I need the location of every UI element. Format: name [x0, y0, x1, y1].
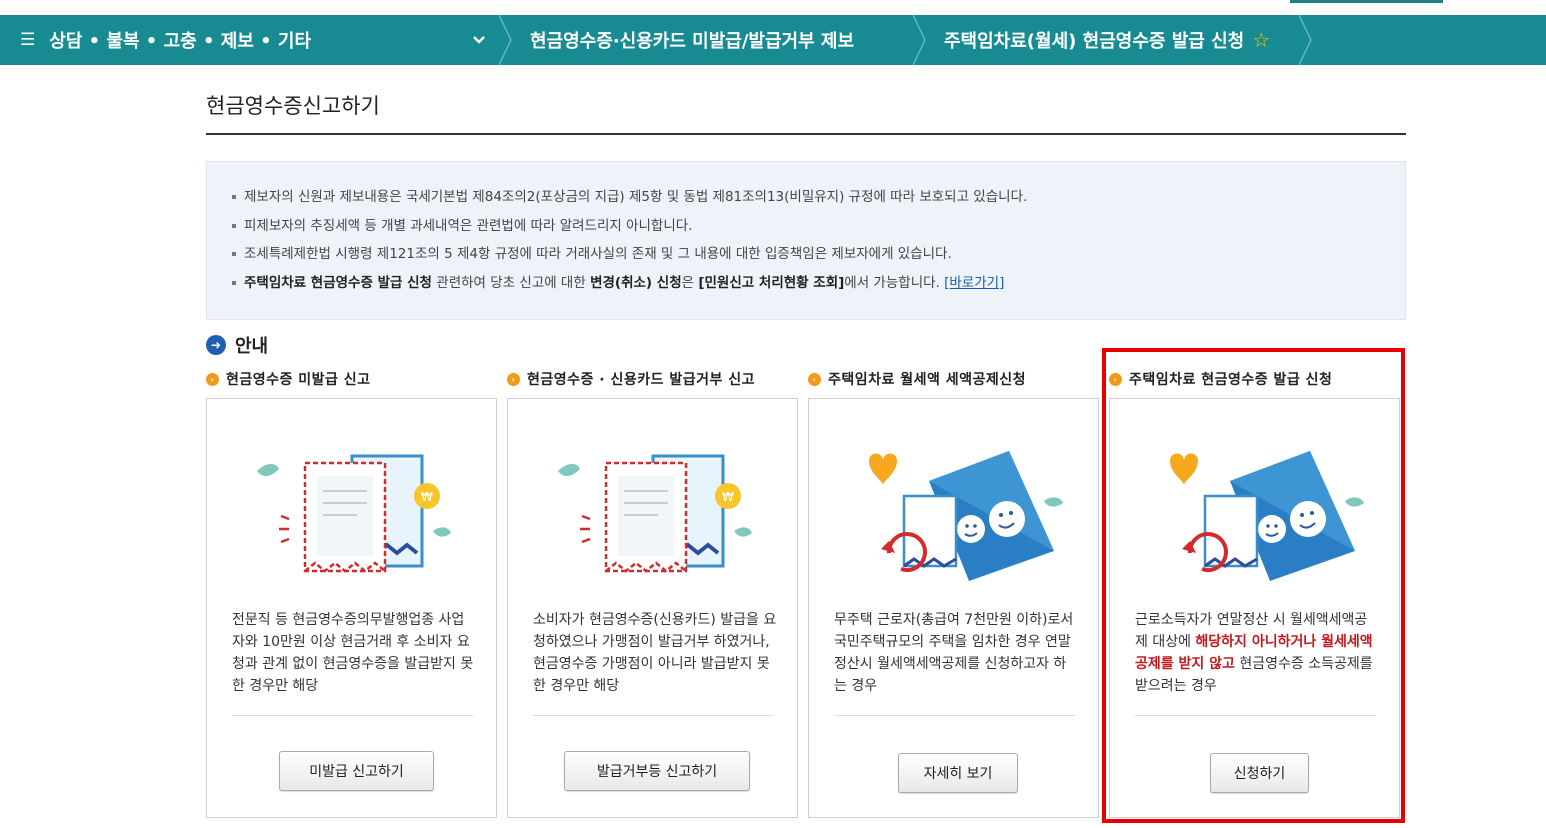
chevron-down-icon[interactable] — [472, 15, 486, 65]
breadcrumb-current-label: 주택임차료(월세) 현금영수증 발급 신청 — [944, 31, 1245, 52]
arrow-right-circle-icon: › — [808, 372, 821, 386]
view-details-button[interactable]: 자세히 보기 — [898, 753, 1018, 793]
card-rent-receipt-request: 근로소득자가 연말정산 시 월세액세액공제 대상에 해당하지 아니하거나 월세세… — [1109, 398, 1400, 818]
breadcrumb-separator — [1298, 15, 1312, 65]
card-description: 전문직 등 현금영수증의무발행업종 사업자와 10만원 이상 현금거래 후 소비… — [232, 612, 474, 694]
notice-item: 주택임차료 현금영수증 발급 신청 관련하여 당초 신고에 대한 변경(취소) … — [232, 271, 1004, 291]
bullet-icon — [232, 195, 236, 199]
guide-heading-label: 안내 — [235, 336, 269, 357]
breadcrumb-item-current[interactable]: 주택임차료(월세) 현금영수증 발급 신청 ☆ — [944, 15, 1270, 65]
card-description: 근로소득자가 연말정산 시 월세액세액공제 대상에 해당하지 아니하거나 월세세… — [1135, 612, 1373, 694]
page-title: 현금영수증신고하기 — [206, 94, 380, 118]
svg-text:₩: ₩ — [421, 490, 433, 504]
card-description: 소비자가 현금영수증(신용카드) 발급을 요청하였으나 가맹점이 발급거부 하였… — [533, 612, 777, 694]
arrow-right-circle-icon: ➜ — [206, 335, 226, 355]
report-refusal-button[interactable]: 발급거부등 신고하기 — [564, 751, 750, 791]
card-refusal-report: ₩ 소비자가 현금영수증(신용카드) 발급을 요청하였으나 가맹점이 발급거부 … — [507, 398, 798, 818]
arrow-right-circle-icon: › — [507, 372, 520, 386]
card-title-unissued: › 현금영수증 미발급 신고 — [206, 369, 371, 389]
notice-item: 조세특례제한법 시행령 제121조의 5 제4항 규정에 따라 거래사실의 존재… — [232, 242, 952, 262]
receipt-illustration-icon: ₩ — [558, 454, 752, 573]
card-title-rent-deduction: › 주택임차료 월세액 세액공제신청 — [808, 369, 1026, 389]
card-divider — [232, 715, 473, 716]
bullet-icon — [232, 252, 236, 256]
report-unissued-button[interactable]: 미발급 신고하기 — [279, 751, 434, 791]
title-divider — [206, 133, 1406, 135]
breadcrumb-separator — [498, 15, 512, 65]
card-divider — [533, 715, 774, 716]
arrow-right-circle-icon: › — [1109, 372, 1122, 386]
bullet-icon — [232, 224, 236, 228]
card-divider — [834, 715, 1075, 716]
category-menu[interactable]: ☰ 상담 • 불복 • 고충 • 제보 • 기타 — [20, 15, 311, 65]
apply-button[interactable]: 신청하기 — [1210, 753, 1309, 793]
card-description: 무주택 근로자(총급여 7천만원 이하)로서 국민주택규모의 주택을 임차한 경… — [834, 612, 1074, 694]
rent-envelope-illustration-icon — [869, 451, 1063, 581]
rent-envelope-illustration-icon — [1170, 451, 1364, 581]
top-accent-line — [1290, 0, 1443, 3]
hamburger-menu-icon[interactable]: ☰ — [20, 30, 35, 50]
card-unissued-report: ₩ 전문직 등 현금영수증의무발행업종 사업자와 10만원 이상 현금거래 후 … — [206, 398, 497, 818]
arrow-right-circle-icon: › — [206, 372, 219, 386]
guide-heading: ➜ 안내 — [206, 332, 268, 358]
card-title-refusal: › 현금영수증 · 신용카드 발급거부 신고 — [507, 369, 755, 389]
shortcut-link[interactable]: [바로가기] — [944, 275, 1004, 291]
receipt-illustration-icon: ₩ — [257, 454, 451, 573]
svg-text:₩: ₩ — [722, 490, 734, 504]
notice-box: 제보자의 신원과 제보내용은 국세기본법 제84조의2(포상금의 지급) 제5항… — [206, 161, 1406, 320]
bullet-icon — [232, 281, 236, 285]
card-title-rent-receipt: › 주택임차료 현금영수증 발급 신청 — [1109, 369, 1332, 389]
category-menu-label: 상담 • 불복 • 고충 • 제보 • 기타 — [49, 31, 312, 52]
notice-item: 피제보자의 추징세액 등 개별 과세내역은 관련법에 따라 알려드리지 아니합니… — [232, 214, 692, 234]
breadcrumb-item-report[interactable]: 현금영수증·신용카드 미발급/발급거부 제보 — [530, 15, 854, 65]
notice-item: 제보자의 신원과 제보내용은 국세기본법 제84조의2(포상금의 지급) 제5항… — [232, 185, 1027, 205]
card-divider — [1135, 715, 1376, 716]
card-rent-deduction: 무주택 근로자(총급여 7천만원 이하)로서 국민주택규모의 주택을 임차한 경… — [808, 398, 1099, 818]
star-icon[interactable]: ☆ — [1252, 28, 1270, 52]
breadcrumb-separator — [912, 15, 926, 65]
